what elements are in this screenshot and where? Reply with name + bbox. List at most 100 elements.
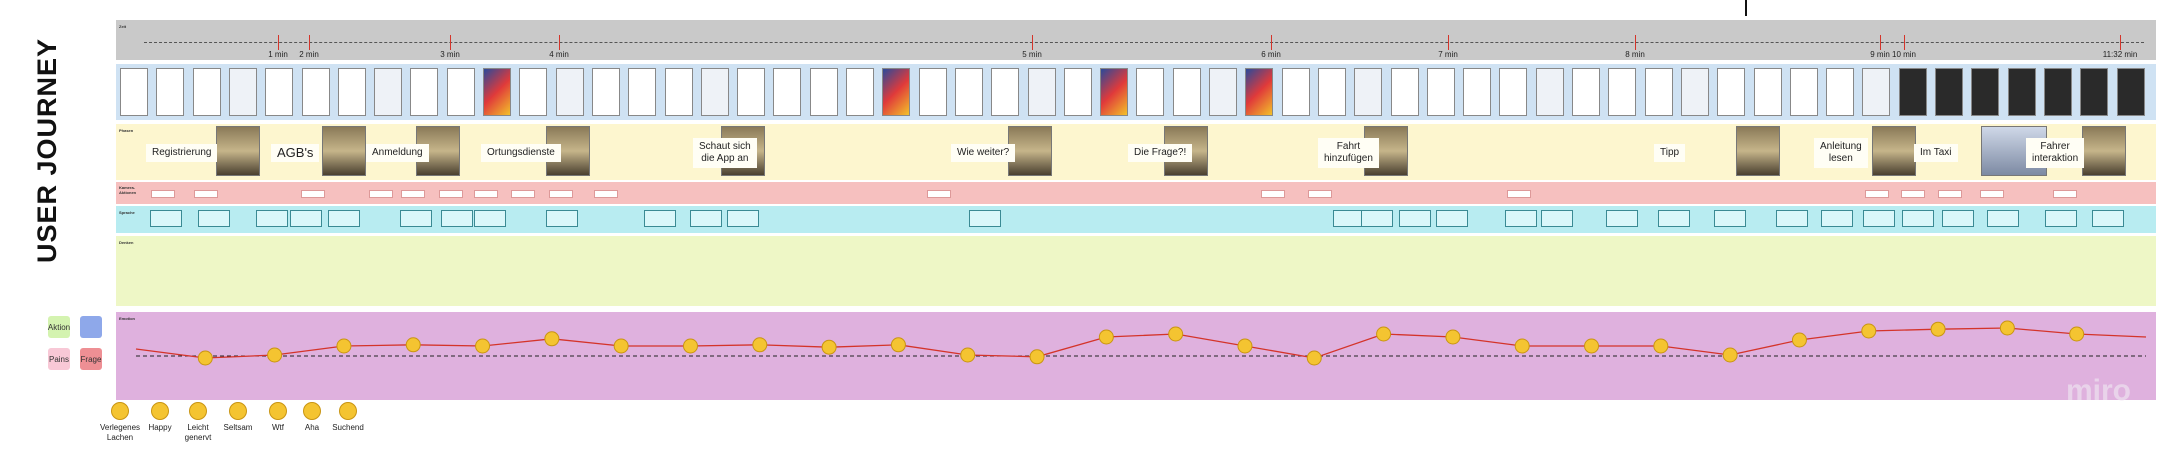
camera-action-note[interactable]	[1901, 190, 1925, 198]
speech-bubble[interactable]	[1863, 210, 1895, 227]
screenshot-thumbnail[interactable]	[1572, 68, 1600, 116]
speech-bubble[interactable]	[1399, 210, 1431, 227]
screenshot-thumbnail[interactable]	[773, 68, 802, 116]
speech-bubble[interactable]	[546, 210, 578, 227]
screenshot-thumbnail[interactable]	[1499, 68, 1528, 116]
screenshot-thumbnail[interactable]	[809, 68, 838, 116]
screenshot-thumbnail[interactable]	[120, 68, 148, 116]
camera-action-note[interactable]	[549, 190, 573, 198]
screenshot-thumbnail[interactable]	[1789, 68, 1818, 116]
speech-bubble[interactable]	[256, 210, 288, 227]
screenshot-thumbnail[interactable]	[846, 68, 874, 116]
camera-action-note[interactable]	[194, 190, 218, 198]
screenshot-thumbnail[interactable]	[1390, 68, 1419, 116]
speech-bubble[interactable]	[1658, 210, 1690, 227]
screenshot-thumbnail[interactable]	[1354, 68, 1383, 116]
screenshot-strip[interactable]	[116, 64, 2156, 120]
speech-bubble[interactable]	[1541, 210, 1573, 227]
speech-bubble[interactable]	[1902, 210, 1934, 227]
screenshot-thumbnail[interactable]	[882, 68, 911, 116]
screenshot-thumbnail[interactable]	[1281, 68, 1310, 116]
screenshot-thumbnail[interactable]	[1608, 68, 1637, 116]
screenshot-thumbnail[interactable]	[2043, 68, 2072, 116]
speech-bubble[interactable]	[1361, 210, 1393, 227]
screenshot-thumbnail[interactable]	[1245, 68, 1274, 116]
screenshot-thumbnail[interactable]	[337, 68, 366, 116]
camera-action-note[interactable]	[301, 190, 325, 198]
screenshot-thumbnail[interactable]	[156, 68, 185, 116]
screenshot-thumbnail[interactable]	[591, 68, 620, 116]
speech-bubble[interactable]	[1436, 210, 1468, 227]
screenshot-thumbnail[interactable]	[446, 68, 475, 116]
speech-bubble[interactable]	[727, 210, 759, 227]
speech-bubble[interactable]	[1821, 210, 1853, 227]
screenshot-thumbnail[interactable]	[1935, 68, 1963, 116]
camera-action-note[interactable]	[1507, 190, 1531, 198]
screenshot-thumbnail[interactable]	[228, 68, 257, 116]
camera-action-note[interactable]	[474, 190, 498, 198]
speech-bubble[interactable]	[1714, 210, 1746, 227]
camera-action-note[interactable]	[511, 190, 535, 198]
screenshot-thumbnail[interactable]	[664, 68, 693, 116]
speech-bubble[interactable]	[1776, 210, 1808, 227]
camera-action-note[interactable]	[1308, 190, 1332, 198]
camera-action-note[interactable]	[151, 190, 175, 198]
screenshot-thumbnail[interactable]	[1172, 68, 1201, 116]
speech-bubble[interactable]	[1942, 210, 1974, 227]
speech-bubble[interactable]	[1606, 210, 1638, 227]
screenshot-thumbnail[interactable]	[954, 68, 983, 116]
screenshot-thumbnail[interactable]	[519, 68, 548, 116]
screenshot-thumbnail[interactable]	[737, 68, 766, 116]
screenshot-thumbnail[interactable]	[1027, 68, 1056, 116]
screenshot-thumbnail[interactable]	[1753, 68, 1782, 116]
screenshot-thumbnail[interactable]	[918, 68, 947, 116]
screenshot-thumbnail[interactable]	[374, 68, 403, 116]
camera-action-note[interactable]	[1261, 190, 1285, 198]
speech-bubble[interactable]	[198, 210, 230, 227]
camera-action-note[interactable]	[1865, 190, 1889, 198]
camera-action-note[interactable]	[1938, 190, 1962, 198]
screenshot-thumbnail[interactable]	[265, 68, 294, 116]
screenshot-thumbnail[interactable]	[2007, 68, 2036, 116]
screenshot-thumbnail[interactable]	[192, 68, 221, 116]
screenshot-thumbnail[interactable]	[1862, 68, 1891, 116]
screenshot-thumbnail[interactable]	[1717, 68, 1746, 116]
speech-bubble[interactable]	[969, 210, 1001, 227]
screenshot-thumbnail[interactable]	[1898, 68, 1927, 116]
speech-bubble[interactable]	[441, 210, 473, 227]
screenshot-thumbnail[interactable]	[1644, 68, 1673, 116]
speech-bubble[interactable]	[644, 210, 676, 227]
speech-bubble[interactable]	[150, 210, 182, 227]
screenshot-thumbnail[interactable]	[410, 68, 439, 116]
screenshot-thumbnail[interactable]	[1063, 68, 1092, 116]
camera-action-note[interactable]	[1980, 190, 2004, 198]
speech-bubble[interactable]	[1505, 210, 1537, 227]
speech-bubble[interactable]	[474, 210, 506, 227]
camera-action-note[interactable]	[439, 190, 463, 198]
screenshot-thumbnail[interactable]	[301, 68, 330, 116]
screenshot-thumbnail[interactable]	[483, 68, 511, 116]
camera-action-note[interactable]	[2053, 190, 2077, 198]
screenshot-thumbnail[interactable]	[1463, 68, 1492, 116]
screenshot-thumbnail[interactable]	[1100, 68, 1129, 116]
camera-action-note[interactable]	[927, 190, 951, 198]
screenshot-thumbnail[interactable]	[1426, 68, 1455, 116]
screenshot-thumbnail[interactable]	[1680, 68, 1709, 116]
speech-bubble[interactable]	[328, 210, 360, 227]
screenshot-thumbnail[interactable]	[2080, 68, 2109, 116]
screenshot-thumbnail[interactable]	[1317, 68, 1346, 116]
camera-action-note[interactable]	[369, 190, 393, 198]
screenshot-thumbnail[interactable]	[628, 68, 657, 116]
speech-bubble[interactable]	[1987, 210, 2019, 227]
speech-bubble[interactable]	[690, 210, 722, 227]
speech-bubble[interactable]	[2045, 210, 2077, 227]
screenshot-thumbnail[interactable]	[2116, 68, 2145, 116]
screenshot-thumbnail[interactable]	[555, 68, 584, 116]
screenshot-thumbnail[interactable]	[1209, 68, 1237, 116]
speech-bubble[interactable]	[2092, 210, 2124, 227]
camera-action-note[interactable]	[401, 190, 425, 198]
speech-bubble[interactable]	[400, 210, 432, 227]
screenshot-thumbnail[interactable]	[1136, 68, 1165, 116]
screenshot-thumbnail[interactable]	[1535, 68, 1564, 116]
screenshot-thumbnail[interactable]	[1826, 68, 1855, 116]
